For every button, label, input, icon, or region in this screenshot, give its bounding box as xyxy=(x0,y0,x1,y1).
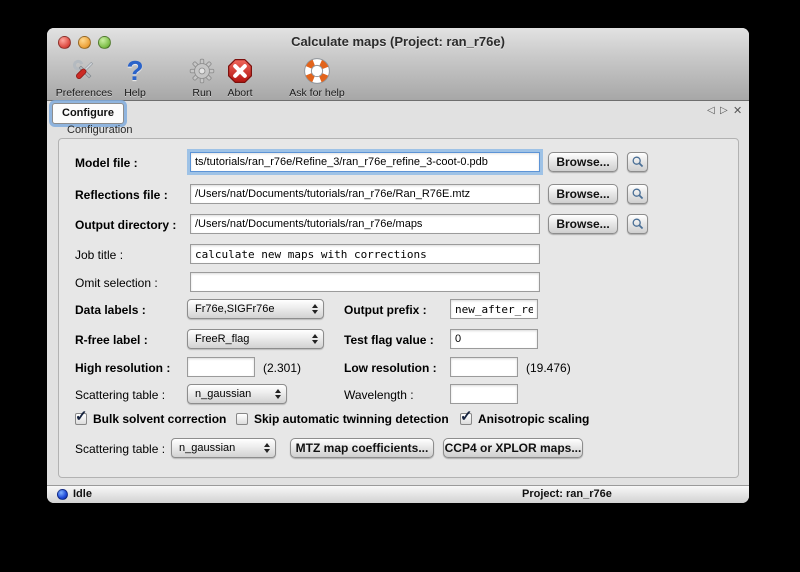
omit-selection-input[interactable] xyxy=(190,272,540,292)
low-resolution-label: Low resolution : xyxy=(344,361,437,375)
reflections-file-browse-button[interactable]: Browse... xyxy=(548,184,618,204)
toolbar-button-ask-for-help[interactable]: Ask for help xyxy=(287,56,347,99)
checkbox-box[interactable] xyxy=(460,413,472,425)
reflections-file-input[interactable] xyxy=(190,184,540,204)
lifebuoy-icon xyxy=(302,56,332,86)
data-labels-label: Data labels : xyxy=(75,303,146,317)
window-title: Calculate maps (Project: ran_r76e) xyxy=(47,34,749,49)
toolbar-label: Ask for help xyxy=(289,87,344,99)
data-labels-dropdown[interactable]: Fr76e,SIGFr76e xyxy=(187,299,324,319)
tab-back-icon[interactable]: ◁ xyxy=(707,105,715,117)
scattering-table-label: Scattering table : xyxy=(75,388,165,402)
toolbar-button-help[interactable]: ? Help xyxy=(117,56,153,99)
stepper-arrows-icon xyxy=(275,389,281,399)
desktop-background: { "window": { "title": "Calculate maps (… xyxy=(0,0,800,572)
low-resolution-input[interactable] xyxy=(450,357,518,377)
job-title-label: Job title : xyxy=(75,248,123,262)
wavelength-input[interactable] xyxy=(450,384,518,404)
toolbar-label: Preferences xyxy=(56,87,113,99)
output-prefix-input[interactable] xyxy=(450,299,538,319)
bulk-solvent-correction-checkbox[interactable]: Bulk solvent correction xyxy=(75,412,226,426)
scattering-table-2-label: Scattering table : xyxy=(75,442,165,456)
toolbar-button-preferences[interactable]: Preferences xyxy=(55,56,113,99)
scattering-table-2-dropdown[interactable]: n_gaussian xyxy=(171,438,276,458)
ccp4-xplor-maps-button[interactable]: CCP4 or XPLOR maps... xyxy=(443,438,583,458)
low-resolution-hint: (19.476) xyxy=(526,361,571,375)
stepper-arrows-icon xyxy=(312,334,318,344)
omit-selection-label: Omit selection : xyxy=(75,276,158,290)
question-mark-icon: ? xyxy=(126,56,143,86)
checkbox-label: Anisotropic scaling xyxy=(478,412,589,426)
high-resolution-input[interactable] xyxy=(187,357,255,377)
status-bar: Idle Project: ran_r76e xyxy=(47,485,749,503)
output-directory-input[interactable] xyxy=(190,214,540,234)
checkbox-box[interactable] xyxy=(236,413,248,425)
status-project: Project: ran_r76e xyxy=(522,488,612,500)
gear-icon xyxy=(188,56,216,86)
model-file-search-button[interactable] xyxy=(627,152,648,172)
tab-forward-icon[interactable]: ▷ xyxy=(720,105,728,117)
job-title-input[interactable] xyxy=(190,244,540,264)
checkbox-label: Bulk solvent correction xyxy=(93,412,226,426)
status-idle-icon xyxy=(57,489,68,500)
high-resolution-hint: (2.301) xyxy=(263,361,301,375)
output-directory-search-button[interactable] xyxy=(627,214,648,234)
reflections-file-search-button[interactable] xyxy=(627,184,648,204)
output-directory-label: Output directory : xyxy=(75,218,176,232)
output-prefix-label: Output prefix : xyxy=(344,303,427,317)
section-title: Configuration xyxy=(67,124,132,136)
r-free-label-value: FreeR_flag xyxy=(195,333,249,345)
status-state: Idle xyxy=(73,488,92,500)
tab-close-icon[interactable]: ✕ xyxy=(733,105,742,117)
test-flag-value-label: Test flag value : xyxy=(344,333,434,347)
stepper-arrows-icon xyxy=(312,304,318,314)
model-file-label: Model file : xyxy=(75,156,138,170)
skip-twinning-detection-checkbox[interactable]: Skip automatic twinning detection xyxy=(236,412,449,426)
magnifier-icon xyxy=(631,187,645,201)
high-resolution-label: High resolution : xyxy=(75,361,170,375)
magnifier-icon xyxy=(631,155,645,169)
r-free-label-label: R-free label : xyxy=(75,333,148,347)
toolbar-label: Run xyxy=(192,87,211,99)
output-directory-browse-button[interactable]: Browse... xyxy=(548,214,618,234)
toolbar-button-abort[interactable]: Abort xyxy=(219,56,261,99)
stepper-arrows-icon xyxy=(264,443,270,453)
scattering-table-2-value: n_gaussian xyxy=(179,442,235,454)
toolbar-label: Abort xyxy=(227,87,252,99)
model-file-input[interactable] xyxy=(190,152,540,172)
tools-icon xyxy=(69,56,99,86)
r-free-label-dropdown[interactable]: FreeR_flag xyxy=(187,329,324,349)
wavelength-label: Wavelength : xyxy=(344,388,414,402)
magnifier-icon xyxy=(631,217,645,231)
model-file-browse-button[interactable]: Browse... xyxy=(548,152,618,172)
abort-octagon-icon xyxy=(226,56,254,86)
window-header: Calculate maps (Project: ran_r76e) Prefe… xyxy=(47,28,749,101)
anisotropic-scaling-checkbox[interactable]: Anisotropic scaling xyxy=(460,412,589,426)
test-flag-value-input[interactable] xyxy=(450,329,538,349)
checkbox-label: Skip automatic twinning detection xyxy=(254,412,449,426)
data-labels-value: Fr76e,SIGFr76e xyxy=(195,303,274,315)
tab-configure[interactable]: Configure xyxy=(52,103,124,124)
checkbox-box[interactable] xyxy=(75,413,87,425)
toolbar-label: Help xyxy=(124,87,146,99)
toolbar-button-run[interactable]: Run xyxy=(183,56,221,99)
scattering-table-value: n_gaussian xyxy=(195,388,251,400)
scattering-table-dropdown[interactable]: n_gaussian xyxy=(187,384,287,404)
mtz-map-coefficients-button[interactable]: MTZ map coefficients... xyxy=(290,438,434,458)
reflections-file-label: Reflections file : xyxy=(75,188,168,202)
calculate-maps-window: Calculate maps (Project: ran_r76e) Prefe… xyxy=(47,28,749,503)
